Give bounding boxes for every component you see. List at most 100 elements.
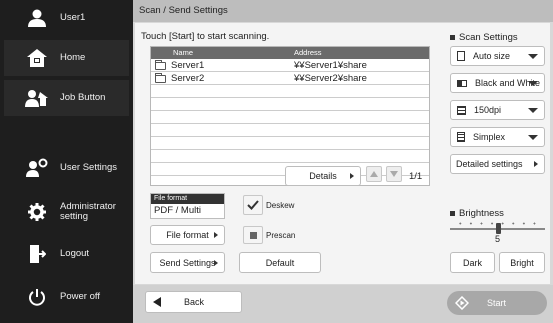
brightness-thumb[interactable] bbox=[496, 223, 501, 234]
start-button[interactable]: Start bbox=[447, 291, 547, 315]
send-settings-button[interactable]: Send Settings bbox=[150, 252, 225, 273]
table-row-empty bbox=[151, 150, 429, 163]
dark-button[interactable]: Dark bbox=[450, 252, 495, 273]
size-value: Auto size bbox=[473, 51, 511, 61]
bottom-bar: Back Start bbox=[133, 285, 553, 323]
start-icon bbox=[455, 296, 469, 310]
deskew-checkbox[interactable] bbox=[243, 195, 263, 215]
color-mode-dropdown[interactable]: Black and White bbox=[450, 73, 545, 93]
gear-icon bbox=[24, 199, 50, 225]
scan-settings-title-text: Scan Settings bbox=[459, 32, 518, 43]
user-icon bbox=[24, 5, 50, 31]
checkbox-square-icon bbox=[249, 231, 257, 239]
chevron-right-icon bbox=[350, 173, 354, 179]
folder-icon bbox=[155, 60, 166, 70]
details-button[interactable]: Details bbox=[285, 166, 361, 186]
size-dropdown[interactable]: Auto size bbox=[450, 46, 545, 66]
user-settings-button[interactable]: User Settings bbox=[4, 150, 129, 186]
dark-label: Dark bbox=[462, 257, 482, 268]
arrow-up-icon bbox=[370, 171, 378, 177]
content-area: Touch [Start] to start scanning. Name Ad… bbox=[135, 23, 550, 284]
main-panel: Scan / Send Settings Touch [Start] to st… bbox=[133, 0, 553, 323]
table-row-empty bbox=[151, 85, 429, 98]
back-button[interactable]: Back bbox=[145, 291, 242, 313]
row-name: Server2 bbox=[171, 73, 205, 84]
chevron-down-icon bbox=[528, 54, 538, 59]
table-row-empty bbox=[151, 137, 429, 150]
bright-label: Bright bbox=[510, 257, 534, 268]
logout-button[interactable]: Logout bbox=[4, 236, 129, 272]
destination-table: Name Address Server1 ¥¥Server1¥share Ser… bbox=[150, 46, 430, 186]
job-button-label: Job Button bbox=[60, 92, 106, 103]
brightness-slider[interactable]: 5 bbox=[450, 220, 545, 246]
send-settings-label: Send Settings bbox=[159, 257, 216, 268]
color-mode-icon bbox=[457, 79, 467, 87]
detailed-settings-button[interactable]: Detailed settings bbox=[450, 154, 545, 174]
page-size-icon bbox=[457, 51, 465, 61]
file-format-button[interactable]: File format bbox=[150, 225, 225, 245]
job-button[interactable]: Job Button bbox=[4, 80, 129, 116]
default-button[interactable]: Default bbox=[239, 252, 321, 273]
row-name: Server1 bbox=[171, 60, 205, 71]
resolution-icon bbox=[457, 105, 466, 115]
file-format-caption: File format bbox=[151, 194, 224, 204]
page-down-button[interactable] bbox=[386, 166, 402, 182]
back-arrow-icon bbox=[153, 297, 161, 307]
page-title: Scan / Send Settings bbox=[133, 0, 553, 22]
check-icon bbox=[247, 200, 259, 210]
brightness-title: Brightness bbox=[450, 208, 504, 219]
file-format-button-label: File format bbox=[166, 230, 209, 240]
sides-dropdown[interactable]: Simplex bbox=[450, 127, 545, 147]
sides-value: Simplex bbox=[473, 132, 506, 142]
table-row-empty bbox=[151, 98, 429, 111]
default-label: Default bbox=[265, 257, 295, 268]
file-format-value: PDF / Multi bbox=[154, 205, 201, 216]
administrator-label-line2: setting bbox=[60, 211, 88, 222]
brightness-value: 5 bbox=[495, 234, 501, 244]
column-name-header: Name bbox=[173, 48, 194, 57]
administrator-setting-button[interactable]: Administrator setting bbox=[4, 194, 129, 230]
prescan-checkbox[interactable] bbox=[243, 226, 263, 244]
bright-button[interactable]: Bright bbox=[499, 252, 545, 273]
table-header: Name Address bbox=[151, 47, 429, 59]
table-row-empty bbox=[151, 124, 429, 137]
table-row[interactable]: Server2 ¥¥Server2¥share bbox=[151, 72, 429, 85]
back-label: Back bbox=[184, 297, 205, 307]
home-label: Home bbox=[60, 52, 86, 63]
sidebar: User1 Home Job Button User Settings Admi… bbox=[0, 0, 133, 323]
page-up-button[interactable] bbox=[366, 166, 382, 182]
chevron-right-icon bbox=[214, 259, 218, 266]
table-row-empty bbox=[151, 111, 429, 124]
detailed-settings-label: Detailed settings bbox=[456, 159, 523, 169]
file-format-display: File format PDF / Multi bbox=[150, 193, 225, 219]
home-button[interactable]: Home bbox=[4, 40, 129, 76]
power-off-label: Power off bbox=[60, 291, 100, 302]
chevron-right-icon bbox=[214, 232, 218, 238]
simplex-icon bbox=[457, 132, 465, 142]
home-icon bbox=[24, 45, 50, 71]
user-settings-label: User Settings bbox=[60, 162, 118, 173]
resolution-value: 150dpi bbox=[474, 105, 502, 115]
chevron-down-icon bbox=[528, 135, 538, 140]
user-account[interactable]: User1 bbox=[4, 2, 129, 34]
details-label: Details bbox=[309, 171, 337, 181]
row-address: ¥¥Server2¥share bbox=[294, 73, 367, 84]
chevron-down-icon bbox=[528, 81, 538, 86]
chevron-right-icon bbox=[534, 161, 538, 167]
power-off-button[interactable]: Power off bbox=[4, 279, 129, 315]
logout-label: Logout bbox=[60, 248, 90, 259]
prescan-label: Prescan bbox=[266, 231, 296, 240]
user-name: User1 bbox=[60, 12, 86, 23]
scan-settings-title: Scan Settings bbox=[450, 32, 518, 43]
page-indicator: 1/1 bbox=[409, 171, 423, 182]
chevron-down-icon bbox=[528, 108, 538, 113]
brightness-title-text: Brightness bbox=[459, 208, 504, 219]
deskew-label: Deskew bbox=[266, 201, 295, 210]
user-settings-icon bbox=[24, 155, 50, 181]
column-address-header: Address bbox=[294, 48, 322, 57]
folder-icon bbox=[155, 73, 166, 83]
resolution-dropdown[interactable]: 150dpi bbox=[450, 100, 545, 120]
logout-icon bbox=[24, 241, 50, 267]
administrator-setting-label: Administrator setting bbox=[60, 202, 116, 222]
table-row[interactable]: Server1 ¥¥Server1¥share bbox=[151, 59, 429, 72]
